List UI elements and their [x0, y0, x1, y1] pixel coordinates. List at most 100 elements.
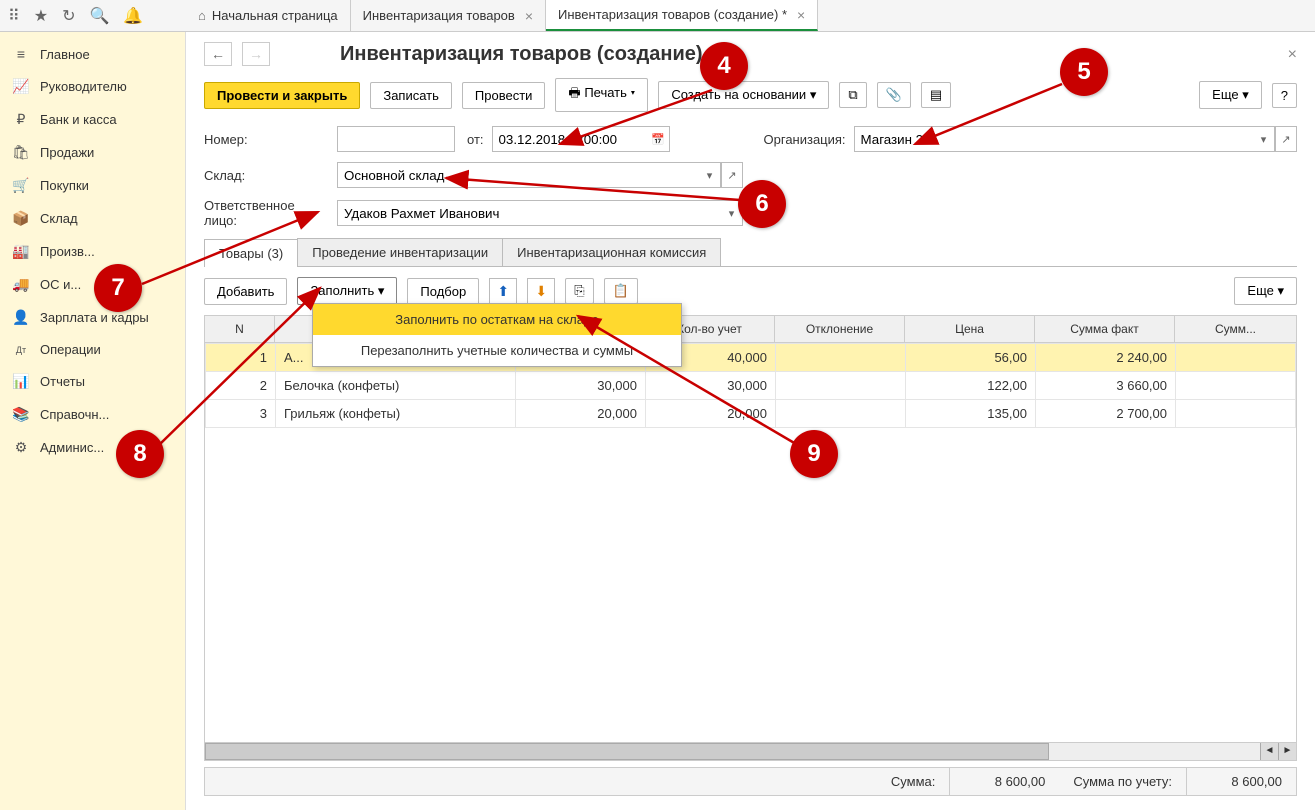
sidebar: ≡Главное 📈Руководителю ₽Банк и касса 🛍Пр… — [0, 32, 186, 810]
window-tabs: ⌂ Начальная страница Инвентаризация това… — [186, 0, 1315, 31]
horizontal-scrollbar[interactable]: ◄ ► — [204, 743, 1297, 761]
sidebar-label: Склад — [40, 211, 78, 226]
star-icon[interactable]: ★ — [34, 6, 48, 26]
sidebar-item-purchases[interactable]: 🛒Покупки — [0, 169, 185, 202]
person-input[interactable] — [337, 200, 721, 226]
date-input[interactable] — [492, 126, 648, 152]
attach-button[interactable]: 📎 — [877, 82, 911, 108]
bell-icon[interactable]: 🔔 — [123, 6, 143, 26]
refill-qty-item[interactable]: Перезаполнить учетные количества и суммы — [313, 335, 681, 366]
org-input[interactable] — [854, 126, 1253, 152]
grid-body[interactable]: 1 А... 40,000 56,00 2 240,00 2 Белочка (… — [204, 343, 1297, 743]
sidebar-label: Покупки — [40, 178, 89, 193]
sidebar-item-hr[interactable]: 👤Зарплата и кадры — [0, 301, 185, 334]
more-label: Еще — [1212, 87, 1238, 102]
calendar-button[interactable]: 📅 — [648, 126, 670, 152]
post-and-close-button[interactable]: Провести и закрыть — [204, 82, 360, 109]
close-icon[interactable]: × — [797, 7, 805, 23]
post-button[interactable]: Провести — [462, 82, 546, 109]
sidebar-label: Справочн... — [40, 407, 109, 422]
cell-dev — [776, 372, 906, 400]
col-sum-fact[interactable]: Сумма факт — [1035, 316, 1175, 343]
create-based-button[interactable]: Создать на основании ▾ — [658, 81, 829, 109]
number-label: Номер: — [204, 132, 329, 147]
home-icon: ⌂ — [198, 8, 206, 23]
forward-button[interactable]: → — [242, 42, 270, 66]
sidebar-item-bank[interactable]: ₽Банк и касса — [0, 103, 185, 136]
sidebar-label: Админис... — [40, 440, 104, 455]
history-icon[interactable]: ↻ — [62, 6, 75, 26]
sidebar-item-assets[interactable]: 🚚ОС и... — [0, 268, 185, 301]
more-button[interactable]: Еще ▾ — [1199, 81, 1262, 109]
print-button[interactable]: 🖶 Печать ▾ — [555, 78, 648, 112]
cell-n: 1 — [206, 344, 276, 372]
fill-by-stock-item[interactable]: Заполнить по остаткам на складе — [313, 304, 681, 335]
cell-n: 3 — [206, 400, 276, 428]
tab-commission[interactable]: Инвентаризационная комиссия — [502, 238, 721, 266]
tab-conducting[interactable]: Проведение инвентаризации — [297, 238, 503, 266]
sidebar-item-reports[interactable]: 📊Отчеты — [0, 365, 185, 398]
sidebar-item-refs[interactable]: 📚 Справочн... — [0, 398, 185, 431]
sidebar-item-operations[interactable]: ДтОперации — [0, 334, 185, 365]
sidebar-item-production[interactable]: 🏭Произв... — [0, 235, 185, 268]
sidebar-label: Отчеты — [40, 374, 85, 389]
cell-qa: 30,000 — [646, 372, 776, 400]
org-open-button[interactable]: ↗ — [1275, 126, 1297, 152]
tab-home[interactable]: ⌂ Начальная страница — [186, 0, 351, 31]
add-button[interactable]: Добавить — [204, 278, 287, 305]
grid-more-button[interactable]: Еще ▾ — [1234, 277, 1297, 305]
structure-button[interactable]: ⧉ — [839, 82, 866, 108]
page-title: Инвентаризация товаров (создание) * — [340, 43, 716, 66]
fill-button[interactable]: Заполнить ▾ — [297, 277, 397, 305]
select-button[interactable]: Подбор — [407, 278, 479, 305]
col-sum[interactable]: Сумм... — [1175, 316, 1297, 343]
scroll-left-icon[interactable]: ◄ — [1260, 743, 1278, 760]
books-icon: 📚 — [12, 406, 30, 423]
content-area: × ← → Инвентаризация товаров (создание) … — [186, 32, 1315, 810]
back-button[interactable]: ← — [204, 42, 232, 66]
cell-sum — [1176, 344, 1296, 372]
dtkt-icon: Дт — [12, 345, 30, 355]
sidebar-item-warehouse[interactable]: 📦 Склад — [0, 202, 185, 235]
list-button[interactable]: ▤ — [921, 82, 951, 108]
org-dropdown-button[interactable]: ▾ — [1253, 126, 1275, 152]
sidebar-label: Руководителю — [40, 79, 127, 94]
help-button[interactable]: ? — [1272, 83, 1297, 108]
table-row[interactable]: 2 Белочка (конфеты) 30,000 30,000 122,00… — [206, 372, 1296, 400]
scroll-right-icon[interactable]: ► — [1278, 743, 1296, 760]
apps-icon[interactable]: ⠿ — [8, 6, 20, 26]
sum-label: Сумма: — [877, 768, 949, 795]
table-row[interactable]: 3 Грильяж (конфеты) 20,000 20,000 135,00… — [206, 400, 1296, 428]
sum-acc-value: 8 600,00 — [1186, 768, 1296, 795]
tab-inventory-create[interactable]: Инвентаризация товаров (создание) * × — [546, 0, 818, 31]
sidebar-item-manager[interactable]: 📈Руководителю — [0, 70, 185, 103]
tab-goods[interactable]: Товары (3) — [204, 239, 298, 267]
save-button[interactable]: Записать — [370, 82, 452, 109]
col-price[interactable]: Цена — [905, 316, 1035, 343]
sidebar-item-sales[interactable]: 🛍Продажи — [0, 136, 185, 169]
tab-inventory[interactable]: Инвентаризация товаров × — [351, 0, 546, 31]
cell-qa: 20,000 — [646, 400, 776, 428]
close-icon[interactable]: × — [525, 8, 533, 24]
close-page-icon[interactable]: × — [1288, 46, 1297, 64]
copy-button[interactable]: ⎘ — [565, 278, 593, 304]
scrollbar-thumb[interactable] — [205, 743, 1049, 760]
callout-6: 6 — [738, 180, 786, 228]
col-dev[interactable]: Отклонение — [775, 316, 905, 343]
search-icon[interactable]: 🔍 — [89, 6, 109, 26]
tab-home-label: Начальная страница — [212, 8, 338, 23]
warehouse-input[interactable] — [337, 162, 699, 188]
fill-dropdown: Заполнить по остаткам на складе Перезапо… — [312, 303, 682, 367]
sidebar-label: Произв... — [40, 244, 95, 259]
number-input[interactable] — [337, 126, 455, 152]
move-up-button[interactable]: ⬆ — [489, 278, 517, 304]
sidebar-item-main[interactable]: ≡Главное — [0, 38, 185, 70]
col-n[interactable]: N — [205, 316, 275, 343]
warehouse-dropdown-button[interactable]: ▾ — [699, 162, 721, 188]
cell-sum — [1176, 400, 1296, 428]
paste-button[interactable]: 📋 — [604, 278, 638, 304]
warehouse-open-button[interactable]: ↗ — [721, 162, 743, 188]
move-down-button[interactable]: ⬇ — [527, 278, 555, 304]
box-icon: 📦 — [12, 210, 30, 227]
sum-acc-label: Сумма по учету: — [1059, 768, 1186, 795]
